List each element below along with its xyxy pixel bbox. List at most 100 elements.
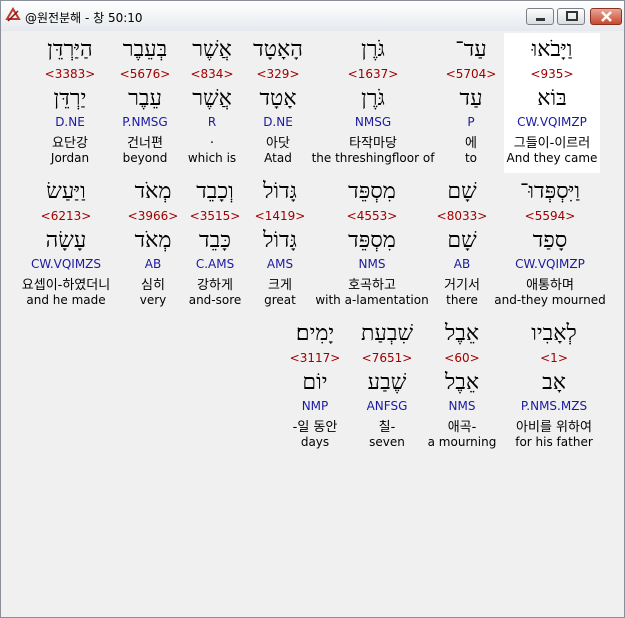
morphology: CW.VQIMZS (30, 257, 102, 271)
strong-number[interactable]: <7651> (354, 351, 420, 365)
korean-gloss: 거기서 (444, 278, 480, 293)
hebrew-word: הָאָטָד (253, 37, 303, 62)
korean-gloss: 아비를 위하여 (516, 420, 592, 435)
hebrew-word: מִסְפֵּד (348, 179, 396, 204)
korean-gloss: 요단강 (52, 136, 88, 151)
strong-number[interactable]: <1637> (308, 67, 438, 81)
hebrew-word: יָמִים׃ (295, 321, 335, 346)
lemma: שָׁם (447, 228, 477, 253)
hebrew-word: וַיַּעַשׂ (46, 179, 86, 204)
lemma: אֲשֶׁר (192, 86, 232, 111)
strong-number[interactable]: <5676> (110, 67, 180, 81)
hebrew-word: שָׁם (447, 179, 477, 204)
hebrew-word: שִׁבְעַת (360, 321, 414, 346)
korean-gloss: -일 동안 (292, 420, 338, 435)
morphology: AMS (266, 257, 294, 271)
lemma: מְאֹד (134, 228, 172, 253)
english-gloss: with a-lamentation (315, 293, 429, 307)
english-gloss: and he made (26, 293, 106, 307)
hebrew-word: לְאָבִיו (531, 321, 577, 346)
strong-number[interactable]: <834> (180, 67, 244, 81)
hebrew-word: גָּדוֹל (263, 179, 297, 204)
app-icon (5, 7, 21, 23)
morphology: NMSG (354, 115, 392, 129)
strong-number[interactable]: <3966> (124, 209, 182, 223)
lemma: מִסְפֵּד (348, 228, 396, 253)
hebrew-word: אֵבֶל (444, 321, 480, 346)
strong-number[interactable]: <1> (502, 351, 606, 365)
hebrew-word: וְכָבֵד (196, 179, 234, 204)
hebrew-word: הַיַּרְדֵּן (47, 37, 93, 62)
close-icon (591, 9, 621, 24)
maximize-button[interactable] (557, 8, 585, 25)
window-title: @원전분해 - 창 50:10 (25, 11, 143, 25)
english-gloss: and-they mourned (494, 293, 606, 307)
lemma: אָב (542, 370, 566, 395)
strong-number[interactable]: <4553> (312, 209, 432, 223)
strong-number[interactable]: <8033> (430, 209, 494, 223)
english-gloss: the threshingfloor of (311, 151, 435, 165)
lemma: עָשָׂה (45, 228, 87, 253)
morphology: D.NE (263, 115, 293, 129)
english-gloss: a mourning (427, 435, 497, 449)
strong-number[interactable]: <3383> (32, 67, 108, 81)
strong-number[interactable]: <3117> (282, 351, 348, 365)
english-gloss: very (139, 293, 167, 307)
hebrew-word: גֹּרֶן (361, 37, 385, 62)
lemma: אֵבֶל (444, 370, 480, 395)
korean-gloss: 칠- (378, 420, 396, 435)
lemma: סָפַד (532, 228, 568, 253)
strong-number[interactable]: <3515> (182, 209, 248, 223)
korean-gloss: 크게 (268, 278, 292, 293)
strong-number[interactable]: <1419> (248, 209, 312, 223)
morphology: NMP (301, 399, 329, 413)
english-gloss: great (264, 293, 296, 307)
morphology: NMS (448, 399, 476, 413)
strong-number[interactable]: <5594> (494, 209, 606, 223)
english-gloss: days (300, 435, 330, 449)
english-gloss: for his father (515, 435, 593, 449)
morphology: AB (453, 257, 471, 271)
strong-number[interactable]: <6213> (10, 209, 122, 223)
english-gloss: and-sore (188, 293, 242, 307)
close-button[interactable] (590, 8, 622, 25)
english-gloss: beyond (122, 151, 168, 165)
analysis-panel: וַיָּבֹאוּ <935> בּוֹא CW.VQIMZP 그들이-이르러… (10, 33, 614, 609)
minimize-icon (527, 9, 553, 24)
korean-gloss: . (209, 132, 215, 147)
lemma: שֶׁבַע (367, 370, 407, 395)
morphology: C.AMS (195, 257, 235, 271)
morphology: R (207, 115, 217, 129)
lemma: גֹּרֶן (361, 86, 385, 111)
english-gloss: Jordan (50, 151, 90, 165)
morphology: ANFSG (366, 399, 408, 413)
lemma: גָּדוֹל (263, 228, 297, 253)
lemma: כָּבֵד (199, 228, 231, 253)
maximize-icon (558, 9, 584, 24)
english-gloss: there (446, 293, 478, 307)
english-gloss: which is (187, 151, 237, 165)
app-window: @원전분해 - 창 50:10 וַיָּבֹאוּ <935> בּוֹא C… (0, 0, 625, 618)
title-bar[interactable]: @원전분해 - 창 50:10 (1, 1, 624, 31)
korean-gloss: 요셉이-하였더니 (21, 278, 111, 293)
morphology: CW.VQIMZP (515, 257, 585, 271)
hebrew-word: בְּעֵבֶר (122, 37, 168, 62)
minimize-button[interactable] (526, 8, 554, 25)
morphology: AB (144, 257, 162, 271)
english-gloss: seven (369, 435, 405, 449)
korean-gloss: 애곡- (447, 420, 477, 435)
korean-gloss: 건너편 (127, 136, 163, 151)
morphology: P.NMSG (122, 115, 168, 129)
morphology: P.NMS.MZS (520, 399, 588, 413)
morphology: D.NE (55, 115, 85, 129)
lemma: אָטָד (259, 86, 297, 111)
hebrew-word: מְאֹד (134, 179, 172, 204)
strong-number[interactable]: <329> (245, 67, 311, 81)
korean-gloss: 강하게 (197, 278, 233, 293)
korean-gloss: 애통하며 (526, 278, 574, 293)
korean-gloss: 타작마당 (349, 136, 397, 151)
lemma: יַרְדֵּן (53, 86, 87, 111)
strong-number[interactable]: <60> (424, 351, 500, 365)
morphology: NMS (358, 257, 386, 271)
english-gloss: Atad (264, 151, 292, 165)
